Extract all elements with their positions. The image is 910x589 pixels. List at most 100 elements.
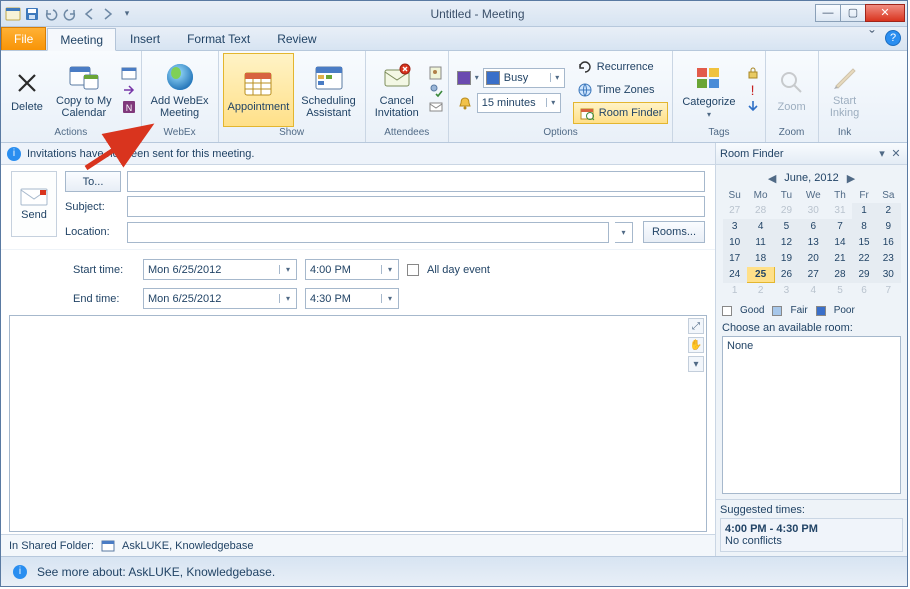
- show-as-value: Busy: [500, 72, 550, 84]
- send-button[interactable]: Send: [11, 171, 57, 237]
- hand-icon[interactable]: ✋: [688, 337, 704, 353]
- recurrence-button[interactable]: Recurrence: [573, 56, 669, 78]
- qat-dropdown-icon[interactable]: ▾: [119, 6, 135, 22]
- room-finder-options-icon[interactable]: ▾: [875, 147, 889, 161]
- check-names-icon[interactable]: [428, 82, 444, 98]
- start-time-value: 4:00 PM: [306, 264, 381, 276]
- start-time-field[interactable]: 4:00 PM▾: [305, 259, 399, 280]
- window-title: Untitled - Meeting: [139, 7, 816, 21]
- rooms-button[interactable]: Rooms...: [643, 221, 705, 243]
- group-show-label: Show: [223, 127, 361, 141]
- next-item-icon[interactable]: [100, 6, 116, 22]
- delete-button[interactable]: Delete: [5, 53, 49, 127]
- good-swatch: [722, 306, 732, 316]
- overflow-icon[interactable]: ▾: [688, 356, 704, 372]
- group-zoom: Zoom Zoom: [766, 51, 819, 142]
- private-icon[interactable]: [745, 65, 761, 81]
- prev-item-icon[interactable]: [81, 6, 97, 22]
- group-actions-label: Actions: [5, 127, 137, 141]
- undo-icon[interactable]: [43, 6, 59, 22]
- save-icon[interactable]: [24, 6, 40, 22]
- end-date-field[interactable]: Mon 6/25/2012▾: [143, 288, 297, 309]
- scheduling-label: Scheduling Assistant: [301, 95, 355, 119]
- shared-folder-bar: In Shared Folder: AskLUKE, Knowledgebase: [1, 534, 715, 556]
- end-time-dropdown-icon[interactable]: ▾: [381, 294, 398, 303]
- ink-icon: [829, 61, 861, 93]
- onenote-small-icon[interactable]: N: [121, 99, 137, 115]
- forward-small-icon[interactable]: [121, 82, 137, 98]
- suggested-time-item[interactable]: 4:00 PM - 4:30 PM No conflicts: [720, 518, 903, 552]
- scheduling-assistant-button[interactable]: Scheduling Assistant: [296, 53, 360, 127]
- room-finder-label: Room Finder: [599, 107, 663, 119]
- next-month-icon[interactable]: ▶: [847, 172, 855, 185]
- status-info-icon: i: [13, 565, 27, 579]
- location-dropdown[interactable]: ▾: [615, 222, 633, 243]
- redo-icon[interactable]: [62, 6, 78, 22]
- to-field[interactable]: [127, 171, 705, 192]
- end-time-value: 4:30 PM: [306, 293, 381, 305]
- svg-text:N: N: [125, 103, 132, 113]
- help-icon[interactable]: ?: [885, 30, 901, 46]
- time-zones-label: Time Zones: [597, 84, 655, 96]
- room-list[interactable]: None: [722, 336, 901, 494]
- maximize-button[interactable]: ▢: [840, 4, 866, 22]
- end-row: End time: Mon 6/25/2012▾ 4:30 PM▾: [1, 284, 715, 313]
- message-body[interactable]: ⤢ ✋ ▾: [9, 315, 707, 532]
- minimize-button[interactable]: —: [815, 4, 841, 22]
- to-button[interactable]: To...: [65, 171, 121, 192]
- calendar-nav: ◀ June, 2012 ▶: [722, 170, 901, 186]
- tab-meeting[interactable]: Meeting: [47, 28, 116, 51]
- time-zones-button[interactable]: Time Zones: [573, 79, 669, 101]
- calendar-month: June, 2012: [784, 172, 838, 184]
- start-time-dropdown-icon[interactable]: ▾: [381, 265, 398, 274]
- show-as-selector[interactable]: ▾ Busy ▾: [453, 67, 569, 89]
- calendar-small-icon[interactable]: [121, 65, 137, 81]
- zoom-icon: [776, 67, 808, 99]
- prev-month-icon[interactable]: ◀: [768, 172, 776, 185]
- info-icon: i: [7, 147, 21, 161]
- show-as-dropdown-icon[interactable]: ▾: [550, 73, 564, 82]
- appointment-button[interactable]: Appointment: [223, 53, 295, 127]
- categorize-button[interactable]: Categorize ▾: [677, 53, 740, 127]
- add-webex-button[interactable]: Add WebEx Meeting: [146, 53, 214, 127]
- chevron-down-icon: ▾: [475, 73, 479, 82]
- calendar-legend: Good Fair Poor: [722, 305, 901, 316]
- subject-field[interactable]: [127, 196, 705, 217]
- quick-access-toolbar: ▾: [1, 1, 139, 26]
- close-button[interactable]: ✕: [865, 4, 905, 22]
- start-inking-label: Start Inking: [830, 95, 859, 119]
- room-finder-icon: [579, 105, 595, 121]
- reminder-dropdown-icon[interactable]: ▾: [546, 98, 560, 107]
- copy-to-calendar-button[interactable]: Copy to My Calendar: [51, 53, 117, 127]
- end-date-value: Mon 6/25/2012: [144, 293, 279, 305]
- reminder-selector[interactable]: 15 minutes ▾: [453, 92, 569, 114]
- tab-format-text[interactable]: Format Text: [174, 27, 263, 50]
- meeting-form: Send To... Subject: Location:: [1, 165, 715, 249]
- minimize-ribbon-icon[interactable]: ˇ: [865, 31, 879, 45]
- ribbon-tabs: File Meeting Insert Format Text Review ˇ…: [1, 27, 907, 51]
- room-finder-button[interactable]: Room Finder: [573, 102, 669, 124]
- start-date-field[interactable]: Mon 6/25/2012▾: [143, 259, 297, 280]
- high-importance-icon[interactable]: !: [745, 82, 761, 98]
- status-text: See more about: AskLUKE, Knowledgebase.: [37, 565, 275, 579]
- envelope-icon: [20, 187, 48, 207]
- all-day-checkbox[interactable]: [407, 264, 419, 276]
- mini-calendar[interactable]: SuMoTuWeThFrSa 2728293031123456789101112…: [722, 189, 901, 299]
- start-date-dropdown-icon[interactable]: ▾: [279, 265, 296, 274]
- group-attendees-label: Attendees: [370, 127, 444, 141]
- cancel-invitation-label: Cancel Invitation: [375, 95, 419, 119]
- group-ink-label: Ink: [823, 127, 867, 141]
- start-label: Start time:: [73, 264, 135, 276]
- location-field[interactable]: [127, 222, 609, 243]
- address-book-icon[interactable]: [428, 65, 444, 81]
- tab-file[interactable]: File: [1, 27, 46, 50]
- tab-insert[interactable]: Insert: [117, 27, 173, 50]
- expand-icon[interactable]: ⤢: [688, 318, 704, 334]
- tab-review[interactable]: Review: [264, 27, 329, 50]
- cancel-invitation-button[interactable]: Cancel Invitation: [370, 53, 424, 127]
- end-date-dropdown-icon[interactable]: ▾: [279, 294, 296, 303]
- low-importance-icon[interactable]: [745, 99, 761, 115]
- room-finder-close-icon[interactable]: ✕: [889, 147, 903, 161]
- response-options-icon[interactable]: [428, 99, 444, 115]
- end-time-field[interactable]: 4:30 PM▾: [305, 288, 399, 309]
